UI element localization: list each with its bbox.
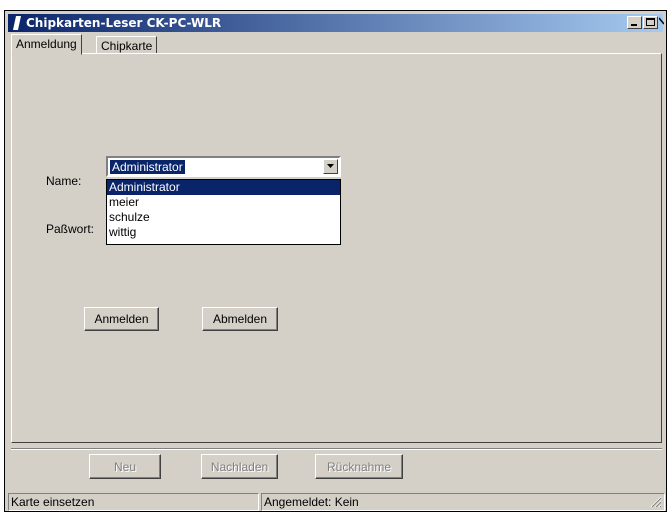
logout-button[interactable]: Abmelden [202,307,278,331]
login-panel: Name: Paßwort: Anmelden Abmelden [11,53,662,443]
login-status-text: Angemeldet: Kein [264,495,359,509]
minimize-button[interactable] [627,16,642,29]
close-icon [659,17,664,25]
name-label: Name: [46,174,82,188]
revoke-button[interactable]: Rücknahme [315,454,403,479]
combobox-dropdown-button[interactable] [323,159,338,174]
window-title: Chipkarten-Leser CK-PC-WLR [26,16,222,30]
chevron-down-icon [327,164,334,168]
separator [11,448,662,450]
name-combobox[interactable]: Administrator [106,156,341,177]
dropdown-option[interactable]: wittig [107,225,340,240]
minimize-icon [631,24,637,26]
main-window: Chipkarten-Leser CK-PC-WLR Anmeldung Chi… [4,10,667,512]
new-button[interactable]: Neu [89,454,161,479]
dropdown-option[interactable]: schulze [107,210,340,225]
name-combobox-value: Administrator [110,160,185,174]
status-right: Angemeldet: Kein [261,493,665,511]
resize-grip-icon[interactable] [650,496,662,508]
maximize-icon [646,18,655,26]
status-left: Karte einsetzen [8,493,259,511]
dropdown-option[interactable]: Administrator [107,180,340,195]
maximize-button[interactable] [643,16,658,29]
password-label: Paßwort: [46,222,95,236]
name-dropdown-list[interactable]: Administrator meier schulze wittig [106,179,341,245]
dropdown-option[interactable]: meier [107,195,340,210]
close-button[interactable] [658,16,664,29]
login-button[interactable]: Anmelden [84,307,159,331]
tab-chipkarte[interactable]: Chipkarte [96,36,158,54]
tab-anmeldung[interactable]: Anmeldung [11,34,82,55]
card-reader-icon [13,16,21,30]
title-bar[interactable]: Chipkarten-Leser CK-PC-WLR [8,14,664,32]
reload-button[interactable]: Nachladen [201,454,278,479]
